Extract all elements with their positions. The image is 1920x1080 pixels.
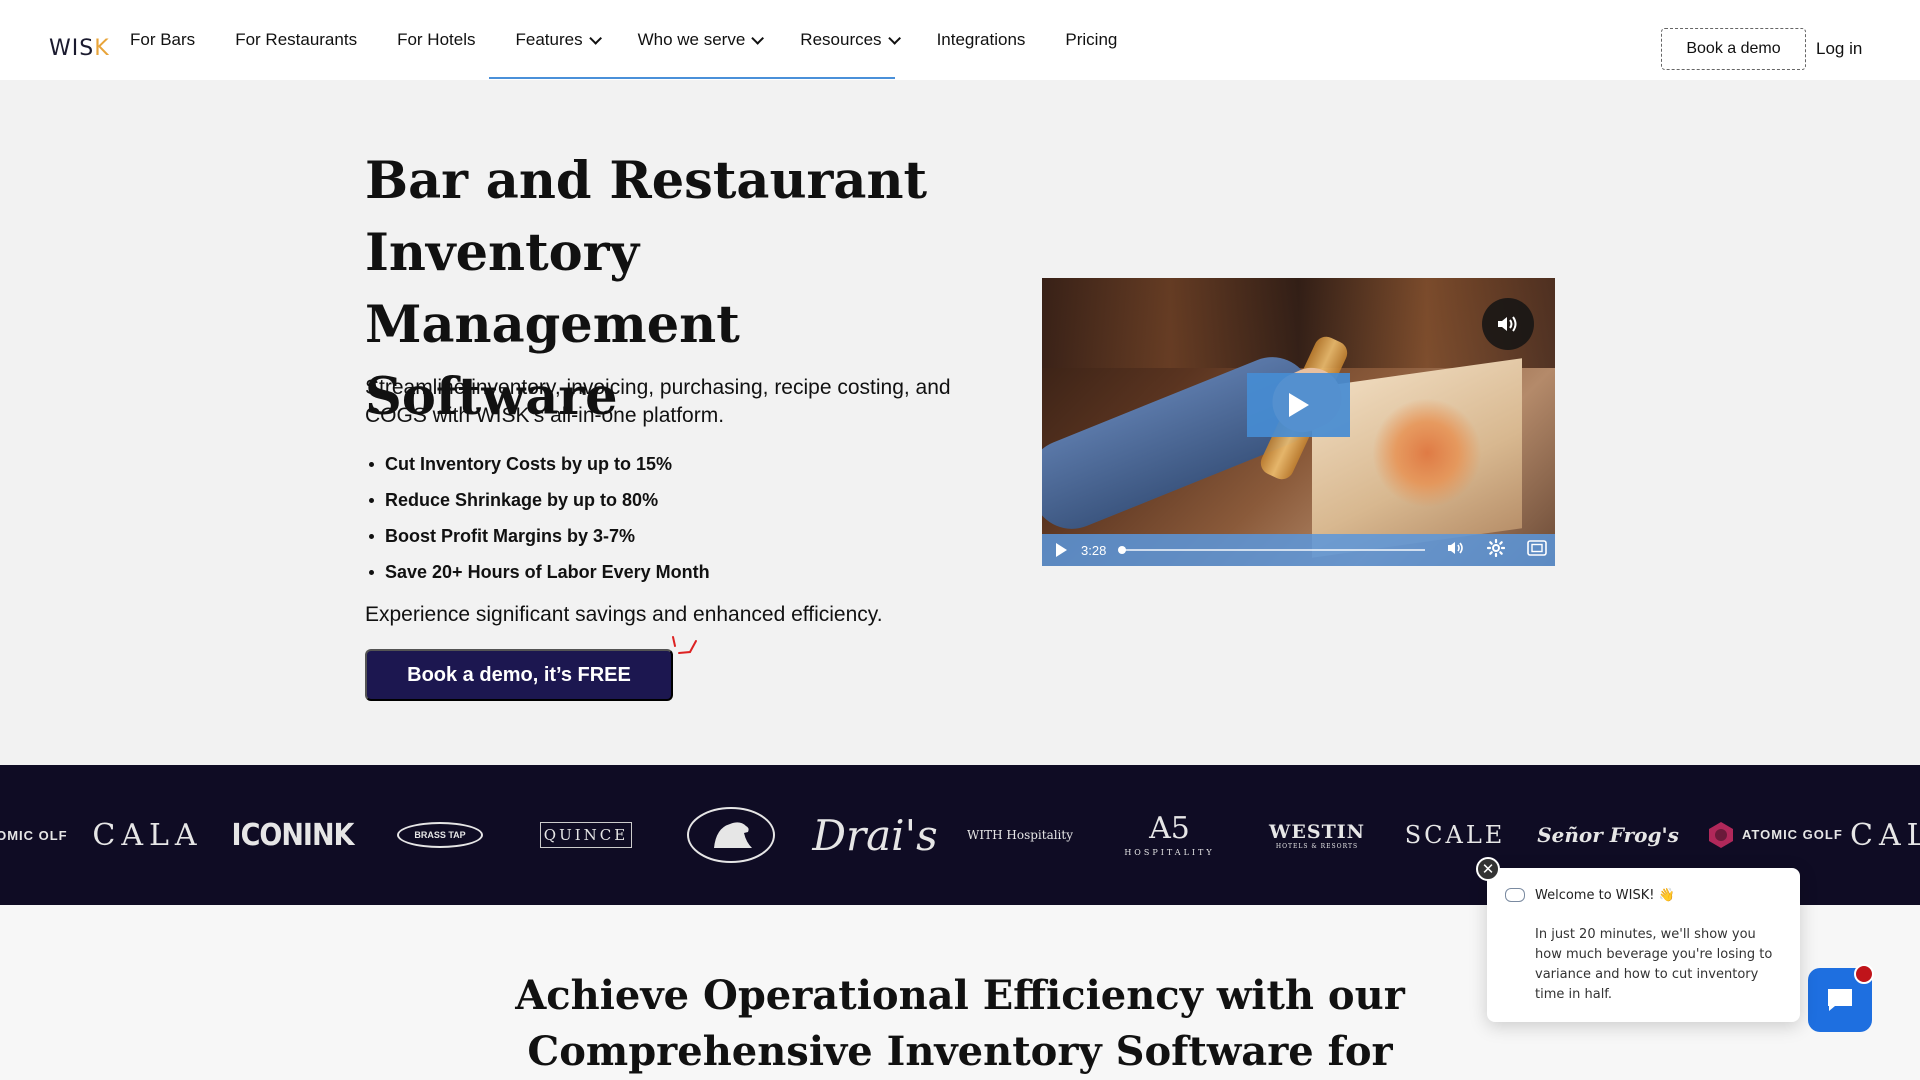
logo-a5-hospitality: A5 HOSPITALITY — [1124, 810, 1215, 857]
speaker-icon — [1498, 316, 1517, 332]
play-icon[interactable] — [1056, 543, 1067, 557]
close-icon[interactable]: ✕ — [1476, 857, 1500, 881]
video-controls: 3:28 — [1042, 534, 1555, 566]
login-link[interactable]: Log in — [1816, 39, 1862, 59]
unmute-button[interactable] — [1482, 298, 1534, 350]
logo-cala: CALA — [92, 817, 203, 853]
chat-message: In just 20 minutes, we'll show you how m… — [1535, 927, 1773, 1002]
nav-integrations[interactable]: Integrations — [917, 0, 1046, 80]
nav-pricing[interactable]: Pricing — [1045, 0, 1137, 80]
chat-welcome: Welcome to WISK! 👋 — [1535, 888, 1675, 903]
list-item: Cut Inventory Costs by up to 15% — [365, 446, 710, 482]
logo-quince: QUINCE — [540, 765, 632, 905]
nav-for-restaurants[interactable]: For Restaurants — [215, 0, 377, 80]
logo-dog-emblem — [686, 765, 776, 905]
book-demo-free-button[interactable]: Book a demo, it’s FREE — [365, 649, 673, 701]
chevron-down-icon — [588, 31, 602, 45]
chat-icon — [1828, 989, 1852, 1011]
list-item: Reduce Shrinkage by up to 80% — [365, 482, 710, 518]
logo-drais: Drai's — [812, 810, 938, 860]
wisk-logo[interactable]: WISK — [49, 36, 110, 61]
nav-for-bars[interactable]: For Bars — [110, 0, 215, 80]
main-nav: For Bars For Restaurants For Hotels Feat… — [110, 0, 1137, 80]
logo-with-hospitality: WITH Hospitality — [967, 828, 1073, 842]
video-duration: 3:28 — [1081, 542, 1107, 558]
hero-note: Experience significant savings and enhan… — [365, 603, 883, 626]
logo-iconink: ICONINK — [231, 817, 355, 853]
nav-features[interactable]: Features — [496, 0, 618, 80]
volume-icon[interactable] — [1447, 541, 1465, 559]
logo-brass-tap: BRASS TAP — [395, 765, 485, 905]
nav-active-underline — [489, 77, 895, 79]
logo-westin: WESTIN HOTELS & RESORTS — [1269, 820, 1365, 850]
chat-launcher-button[interactable] — [1808, 964, 1874, 1032]
list-item: Boost Profit Margins by 3-7% — [365, 518, 710, 554]
chevron-down-icon — [751, 31, 765, 45]
site-header: WISK For Bars For Restaurants For Hotels… — [0, 0, 1920, 80]
video-player[interactable]: 3:28 — [1042, 278, 1555, 566]
play-button[interactable] — [1247, 373, 1350, 437]
section-title: Achieve Operational Efficiency with our … — [515, 972, 1405, 1075]
chat-popup[interactable]: Welcome to WISK! 👋 In just 20 minutes, w… — [1487, 868, 1800, 1022]
hero-benefits-list: Cut Inventory Costs by up to 15% Reduce … — [365, 446, 710, 590]
play-icon — [1288, 393, 1309, 417]
chat-bubble-icon — [1505, 888, 1525, 902]
chevron-down-icon — [887, 31, 901, 45]
nav-resources[interactable]: Resources — [780, 0, 916, 80]
logo-cala-partial: CAL — [1850, 817, 1920, 853]
gear-icon[interactable] — [1487, 538, 1506, 561]
fullscreen-icon[interactable] — [1527, 540, 1548, 560]
hero-subtitle: Streamline inventory, invoicing, purchas… — [365, 376, 951, 427]
sparkle-doodle-icon — [672, 636, 697, 654]
logo-atomic-golf-partial: TOMIC OLF — [0, 827, 68, 843]
list-item: Save 20+ Hours of Labor Every Month — [365, 554, 710, 590]
nav-who-we-serve[interactable]: Who we serve — [618, 0, 781, 80]
atomic-golf-emblem-icon — [1709, 822, 1733, 848]
video-progress-bar[interactable] — [1118, 546, 1426, 554]
book-demo-button[interactable]: Book a demo — [1661, 28, 1806, 70]
nav-for-hotels[interactable]: For Hotels — [377, 0, 495, 80]
notification-dot — [1854, 964, 1874, 984]
